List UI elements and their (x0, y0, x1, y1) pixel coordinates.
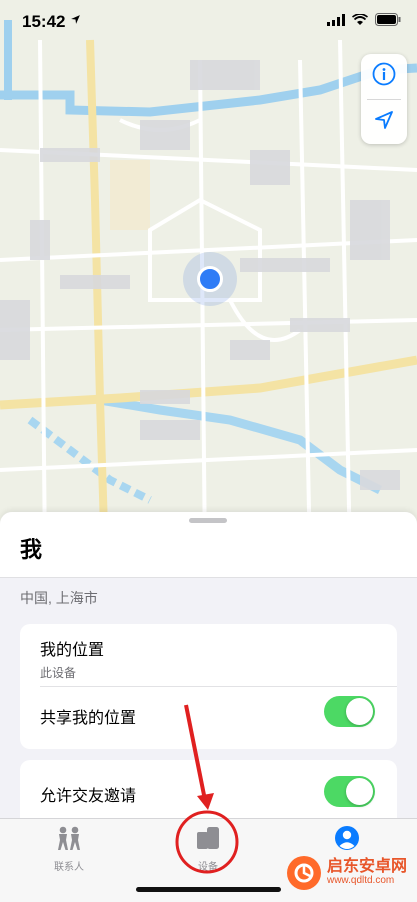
tab-people-label: 联系人 (54, 862, 84, 873)
current-location-dot (197, 266, 223, 292)
sheet-header: 我 (0, 512, 417, 578)
watermark: 启东安卓网 www.qdltd.com (286, 856, 407, 890)
watermark-logo-icon (286, 856, 321, 890)
battery-icon (375, 13, 401, 31)
sheet-grabber[interactable] (189, 518, 227, 523)
my-location-row[interactable]: 我的位置 此设备 (40, 636, 397, 681)
status-bar: 15:42 (0, 0, 417, 44)
location-arrow-icon (70, 14, 81, 28)
devices-icon (194, 827, 222, 855)
map-controls (361, 54, 407, 144)
map-info-button[interactable] (361, 54, 407, 99)
tab-me[interactable] (299, 825, 395, 858)
share-location-toggle[interactable] (324, 696, 375, 727)
watermark-main: 启东安卓网 (326, 858, 407, 876)
info-icon (372, 62, 396, 91)
people-icon (53, 826, 85, 855)
wifi-icon (352, 13, 368, 31)
person-circle-icon (334, 826, 360, 855)
location-card: 我的位置 此设备 共享我的位置 (20, 624, 397, 749)
sheet-title: 我 (20, 537, 43, 562)
location-arrow-icon (373, 109, 395, 136)
tab-devices[interactable]: 设备 (160, 825, 256, 873)
watermark-sub: www.qdltd.com (326, 875, 395, 887)
my-location-subtitle: 此设备 (40, 666, 77, 680)
tab-devices-label: 设备 (198, 862, 218, 873)
my-location-title: 我的位置 (40, 642, 105, 659)
cellular-signal-icon (327, 13, 345, 31)
tab-people[interactable]: 联系人 (21, 825, 117, 873)
current-location-text: 中国, 上海市 (20, 590, 98, 606)
map-view[interactable] (0, 0, 417, 560)
home-indicator[interactable] (136, 887, 281, 892)
status-time: 15:42 (22, 12, 66, 31)
track-location-button[interactable] (361, 100, 407, 145)
allow-friend-requests-toggle[interactable] (324, 776, 375, 807)
